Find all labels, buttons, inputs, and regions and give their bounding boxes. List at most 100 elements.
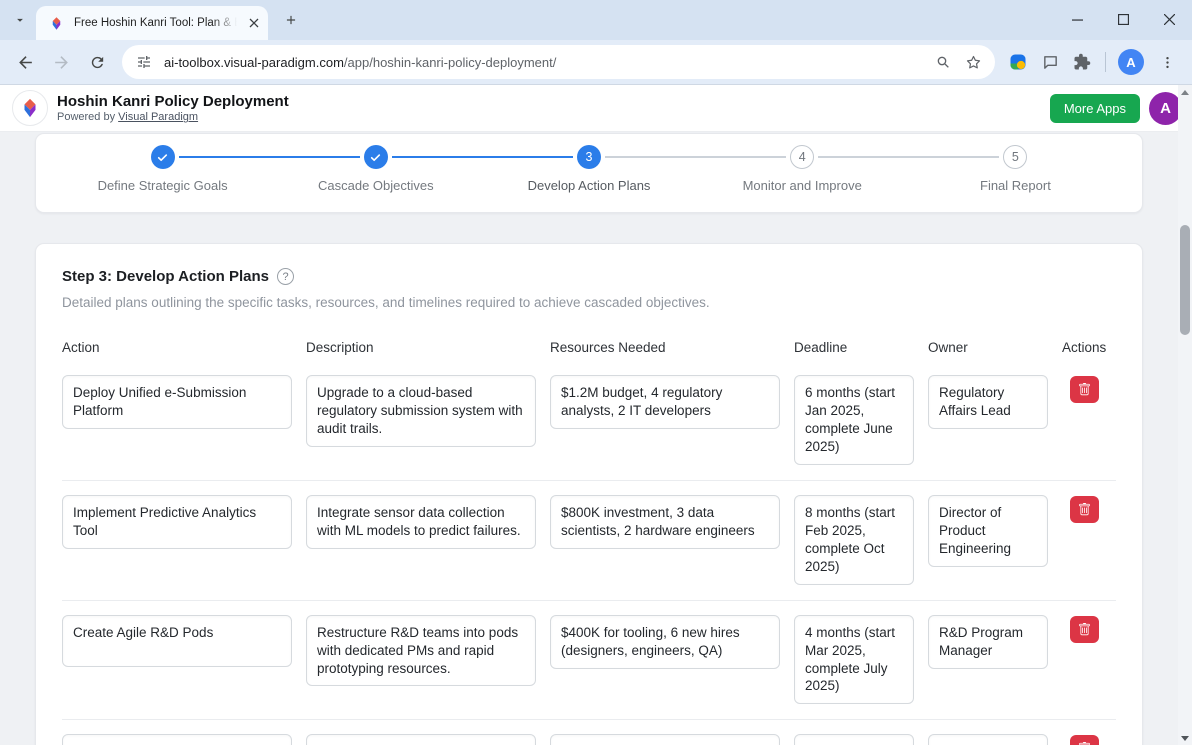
app-titles: Hoshin Kanri Policy Deployment Powered b… — [57, 93, 289, 123]
table-row: Region-Specific Market Launch Kits Devel… — [62, 720, 1116, 745]
zoom-icon[interactable] — [933, 52, 953, 72]
scrollbar-up-arrow[interactable] — [1178, 85, 1192, 99]
app-logo-icon — [12, 90, 48, 126]
browser-profile-avatar[interactable]: A — [1118, 49, 1144, 75]
app-title: Hoshin Kanri Policy Deployment — [57, 93, 289, 110]
reload-button[interactable] — [80, 45, 114, 79]
back-arrow-icon — [16, 53, 35, 72]
step-cascade-objectives[interactable]: Cascade Objectives — [269, 145, 482, 193]
column-header-description: Description — [306, 340, 536, 355]
deadline-field[interactable]: 4 months (start Mar 2025, complete July … — [794, 615, 914, 705]
table-row: Deploy Unified e-Submission Platform Upg… — [62, 361, 1116, 481]
description-field[interactable]: Develop localized marketing collateral, … — [306, 734, 536, 745]
chat-icon[interactable] — [1035, 47, 1065, 77]
step-check-icon — [364, 145, 388, 169]
owner-field[interactable]: R&D Program Manager — [928, 615, 1048, 669]
action-plans-card: Step 3: Develop Action Plans ? Detailed … — [35, 243, 1143, 745]
table-header-row: Action Description Resources Needed Dead… — [62, 340, 1116, 361]
forward-arrow-icon — [52, 53, 71, 72]
column-header-actions: Actions — [1062, 340, 1116, 355]
address-bar[interactable]: ai-toolbox.visual-paradigm.com/app/hoshi… — [122, 45, 995, 79]
trash-icon — [1078, 383, 1091, 396]
colorful-extension-icon[interactable] — [1003, 47, 1033, 77]
resources-field[interactable]: $1.2M budget, 4 regulatory analysts, 2 I… — [550, 375, 780, 429]
column-header-resources: Resources Needed — [550, 340, 780, 355]
page-content: Define Strategic Goals Cascade Objective… — [35, 133, 1143, 745]
toolbar-divider — [1105, 52, 1106, 72]
forward-button[interactable] — [44, 45, 78, 79]
resources-field[interactable]: $250K for content creation, 2 regional m… — [550, 734, 780, 745]
extensions-puzzle-icon[interactable] — [1067, 47, 1097, 77]
step-label: Cascade Objectives — [318, 178, 434, 193]
scrollbar-down-arrow[interactable] — [1178, 731, 1192, 745]
column-header-action: Action — [62, 340, 292, 355]
window-controls — [1054, 0, 1192, 38]
app-header: Hoshin Kanri Policy Deployment Powered b… — [0, 85, 1192, 132]
stepper-card: Define Strategic Goals Cascade Objective… — [35, 133, 1143, 213]
browser-toolbar: ai-toolbox.visual-paradigm.com/app/hoshi… — [0, 40, 1192, 85]
action-field[interactable]: Create Agile R&D Pods — [62, 615, 292, 667]
page-scrollbar[interactable] — [1178, 85, 1192, 745]
description-field[interactable]: Restructure R&D teams into pods with ded… — [306, 615, 536, 687]
tab-search-button[interactable] — [9, 9, 31, 31]
url-text: ai-toolbox.visual-paradigm.com/app/hoshi… — [164, 55, 923, 70]
description-field[interactable]: Upgrade to a cloud-based regulatory subm… — [306, 375, 536, 447]
table-row: Implement Predictive Analytics Tool Inte… — [62, 481, 1116, 601]
column-header-owner: Owner — [928, 340, 1048, 355]
chevron-down-icon — [13, 13, 27, 27]
resources-field[interactable]: $800K investment, 3 data scientists, 2 h… — [550, 495, 780, 549]
bookmark-star-icon[interactable] — [963, 52, 983, 72]
step-define-strategic-goals[interactable]: Define Strategic Goals — [56, 145, 269, 193]
back-button[interactable] — [8, 45, 42, 79]
deadline-field[interactable]: 5 months (start Apr 2025, complete Aug 2… — [794, 734, 914, 745]
menu-dots-icon[interactable] — [1150, 45, 1184, 79]
url-path: /app/hoshin-kanri-policy-deployment/ — [344, 55, 556, 70]
stepper: Define Strategic Goals Cascade Objective… — [56, 145, 1122, 193]
step-monitor-and-improve[interactable]: 4 Monitor and Improve — [696, 145, 909, 193]
site-favicon-icon — [46, 13, 66, 33]
more-apps-button[interactable]: More Apps — [1050, 94, 1140, 123]
deadline-field[interactable]: 6 months (start Jan 2025, complete June … — [794, 375, 914, 465]
step-label: Monitor and Improve — [743, 178, 862, 193]
browser-tab[interactable]: Free Hoshin Kanri Tool: Plan & E — [36, 6, 268, 40]
step-label: Develop Action Plans — [528, 178, 651, 193]
description-field[interactable]: Integrate sensor data collection with ML… — [306, 495, 536, 549]
action-field[interactable]: Region-Specific Market Launch Kits — [62, 734, 292, 745]
table-row: Create Agile R&D Pods Restructure R&D te… — [62, 601, 1116, 721]
plus-icon — [284, 13, 298, 27]
url-domain: ai-toolbox.visual-paradigm.com — [164, 55, 344, 70]
step-develop-action-plans[interactable]: 3 Develop Action Plans — [482, 145, 695, 193]
powered-by-prefix: Powered by — [57, 111, 115, 123]
step-number: 5 — [1003, 145, 1027, 169]
window-maximize-button[interactable] — [1100, 0, 1146, 38]
action-field[interactable]: Deploy Unified e-Submission Platform — [62, 375, 292, 429]
tab-close-icon[interactable] — [245, 15, 262, 32]
browser-tab-strip: Free Hoshin Kanri Tool: Plan & E — [0, 0, 1192, 40]
reload-icon — [89, 54, 106, 71]
resources-field[interactable]: $400K for tooling, 6 new hires (designer… — [550, 615, 780, 669]
window-minimize-button[interactable] — [1054, 0, 1100, 38]
owner-field[interactable]: Regulatory Affairs Lead — [928, 375, 1048, 429]
column-header-deadline: Deadline — [794, 340, 914, 355]
delete-row-button[interactable] — [1070, 616, 1099, 643]
visual-paradigm-link[interactable]: Visual Paradigm — [118, 111, 198, 123]
site-info-icon[interactable] — [134, 52, 154, 72]
page-title: Step 3: Develop Action Plans — [62, 268, 269, 285]
delete-row-button[interactable] — [1070, 376, 1099, 403]
deadline-field[interactable]: 8 months (start Feb 2025, complete Oct 2… — [794, 495, 914, 585]
action-field[interactable]: Implement Predictive Analytics Tool — [62, 495, 292, 549]
new-tab-button[interactable] — [278, 7, 304, 33]
owner-field[interactable]: Regional Sales Manager — [928, 734, 1048, 745]
delete-row-button[interactable] — [1070, 496, 1099, 523]
owner-field[interactable]: Director of Product Engineering — [928, 495, 1048, 567]
window-close-button[interactable] — [1146, 0, 1192, 38]
help-icon[interactable]: ? — [277, 268, 294, 285]
delete-row-button[interactable] — [1070, 735, 1099, 745]
page-subtitle: Detailed plans outlining the specific ta… — [62, 295, 1116, 310]
step-label: Define Strategic Goals — [98, 178, 228, 193]
step-number: 3 — [577, 145, 601, 169]
scrollbar-thumb[interactable] — [1180, 225, 1190, 335]
tab-title: Free Hoshin Kanri Tool: Plan & E — [74, 17, 237, 29]
step-number: 4 — [790, 145, 814, 169]
step-final-report[interactable]: 5 Final Report — [909, 145, 1122, 193]
